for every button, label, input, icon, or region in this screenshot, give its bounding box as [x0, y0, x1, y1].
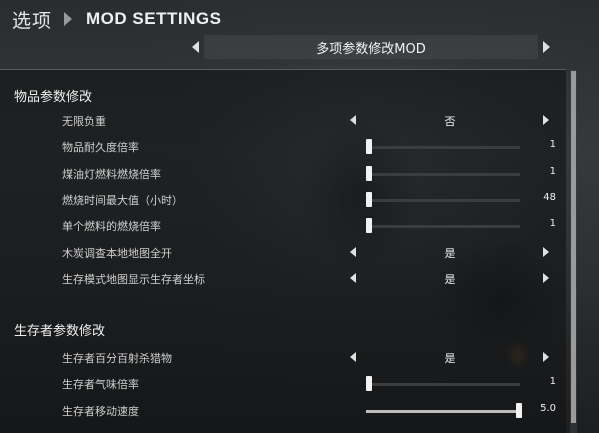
scrollbar[interactable] — [570, 69, 577, 433]
slider-knob[interactable] — [366, 139, 372, 155]
slider-track[interactable] — [366, 383, 520, 387]
mod-selector-value: 多项参数修改MOD — [316, 41, 426, 57]
slider-knob[interactable] — [366, 218, 372, 234]
setting-row[interactable]: 无限负重 否 — [0, 108, 566, 134]
option-next-arrow-icon[interactable] — [543, 352, 549, 362]
option-next-arrow-icon[interactable] — [543, 115, 549, 125]
setting-label: 无限负重 — [62, 115, 106, 128]
slider-knob[interactable] — [366, 376, 372, 392]
slider-knob[interactable] — [366, 191, 372, 207]
slider-knob[interactable] — [366, 165, 372, 181]
option-value: 是 — [444, 246, 456, 260]
setting-row[interactable]: 物品耐久度倍率 1 — [0, 134, 566, 160]
option-prev-arrow-icon[interactable] — [350, 272, 356, 283]
slider-knob[interactable] — [516, 402, 522, 418]
slider-fill — [366, 409, 520, 413]
setting-label: 生存模式地图显示生存者坐标 — [62, 272, 205, 286]
setting-row[interactable]: 生存者气味倍率 1 — [0, 371, 566, 397]
slider-track[interactable] — [366, 225, 520, 229]
option-prev-arrow-icon[interactable] — [350, 115, 356, 125]
setting-label: 木炭调查本地地图全开 — [62, 246, 172, 260]
slider-track[interactable] — [366, 146, 520, 150]
slider-track[interactable] — [366, 198, 520, 202]
setting-row[interactable]: 煤油灯燃料燃烧倍率 1 — [0, 161, 566, 187]
setting-label: 单个燃料的燃烧倍率 — [62, 220, 161, 234]
setting-label: 生存者百分百射杀猎物 — [62, 352, 172, 365]
option-value: 否 — [444, 115, 456, 128]
page-title: MOD SETTINGS — [86, 9, 222, 28]
setting-row[interactable]: 生存者百分百射杀猎物 是 — [0, 345, 566, 371]
slider-value: 48 — [543, 191, 556, 203]
slider-value: 1 — [549, 218, 556, 230]
slider-track[interactable] — [366, 409, 520, 413]
section-title: 物品参数修改 — [14, 90, 93, 105]
setting-row[interactable]: 单个燃料的燃烧倍率 1 — [0, 213, 566, 239]
option-prev-arrow-icon[interactable] — [350, 352, 356, 362]
scrollbar-thumb[interactable] — [571, 71, 576, 423]
mod-prev-arrow-icon[interactable] — [192, 41, 199, 53]
section-title: 生存者参数修改 — [14, 324, 106, 339]
slider-value: 1 — [549, 139, 556, 151]
slider-value: 1 — [549, 165, 556, 177]
setting-label: 生存者移动速度 — [62, 404, 139, 418]
slider-value: 5.0 — [540, 402, 556, 414]
mod-selector[interactable]: 多项参数修改MOD — [186, 35, 556, 59]
option-value: 是 — [444, 352, 456, 365]
setting-label: 物品耐久度倍率 — [62, 141, 139, 155]
breadcrumb-arrow-icon — [64, 12, 73, 26]
setting-label: 燃烧时间最大值（小时） — [62, 193, 183, 207]
slider-track[interactable] — [366, 172, 520, 176]
options-breadcrumb[interactable]: 选项 — [12, 6, 52, 33]
setting-label: 煤油灯燃料燃烧倍率 — [62, 167, 161, 181]
option-next-arrow-icon[interactable] — [543, 246, 549, 257]
mod-next-arrow-icon[interactable] — [543, 41, 550, 53]
setting-label: 生存者气味倍率 — [62, 378, 139, 392]
header-bar: 选项 MOD SETTINGS — [0, 0, 599, 38]
setting-row[interactable]: 木炭调查本地地图全开 是 — [0, 240, 566, 266]
option-next-arrow-icon[interactable] — [543, 272, 549, 283]
slider-value: 1 — [549, 376, 556, 388]
setting-row[interactable]: 生存模式地图显示生存者坐标 是 — [0, 266, 566, 292]
option-value: 是 — [444, 272, 456, 286]
setting-row[interactable]: 生存者移动速度 5.0 — [0, 398, 566, 424]
setting-row[interactable]: 燃烧时间最大值（小时） 48 — [0, 187, 566, 213]
option-prev-arrow-icon[interactable] — [350, 246, 356, 257]
